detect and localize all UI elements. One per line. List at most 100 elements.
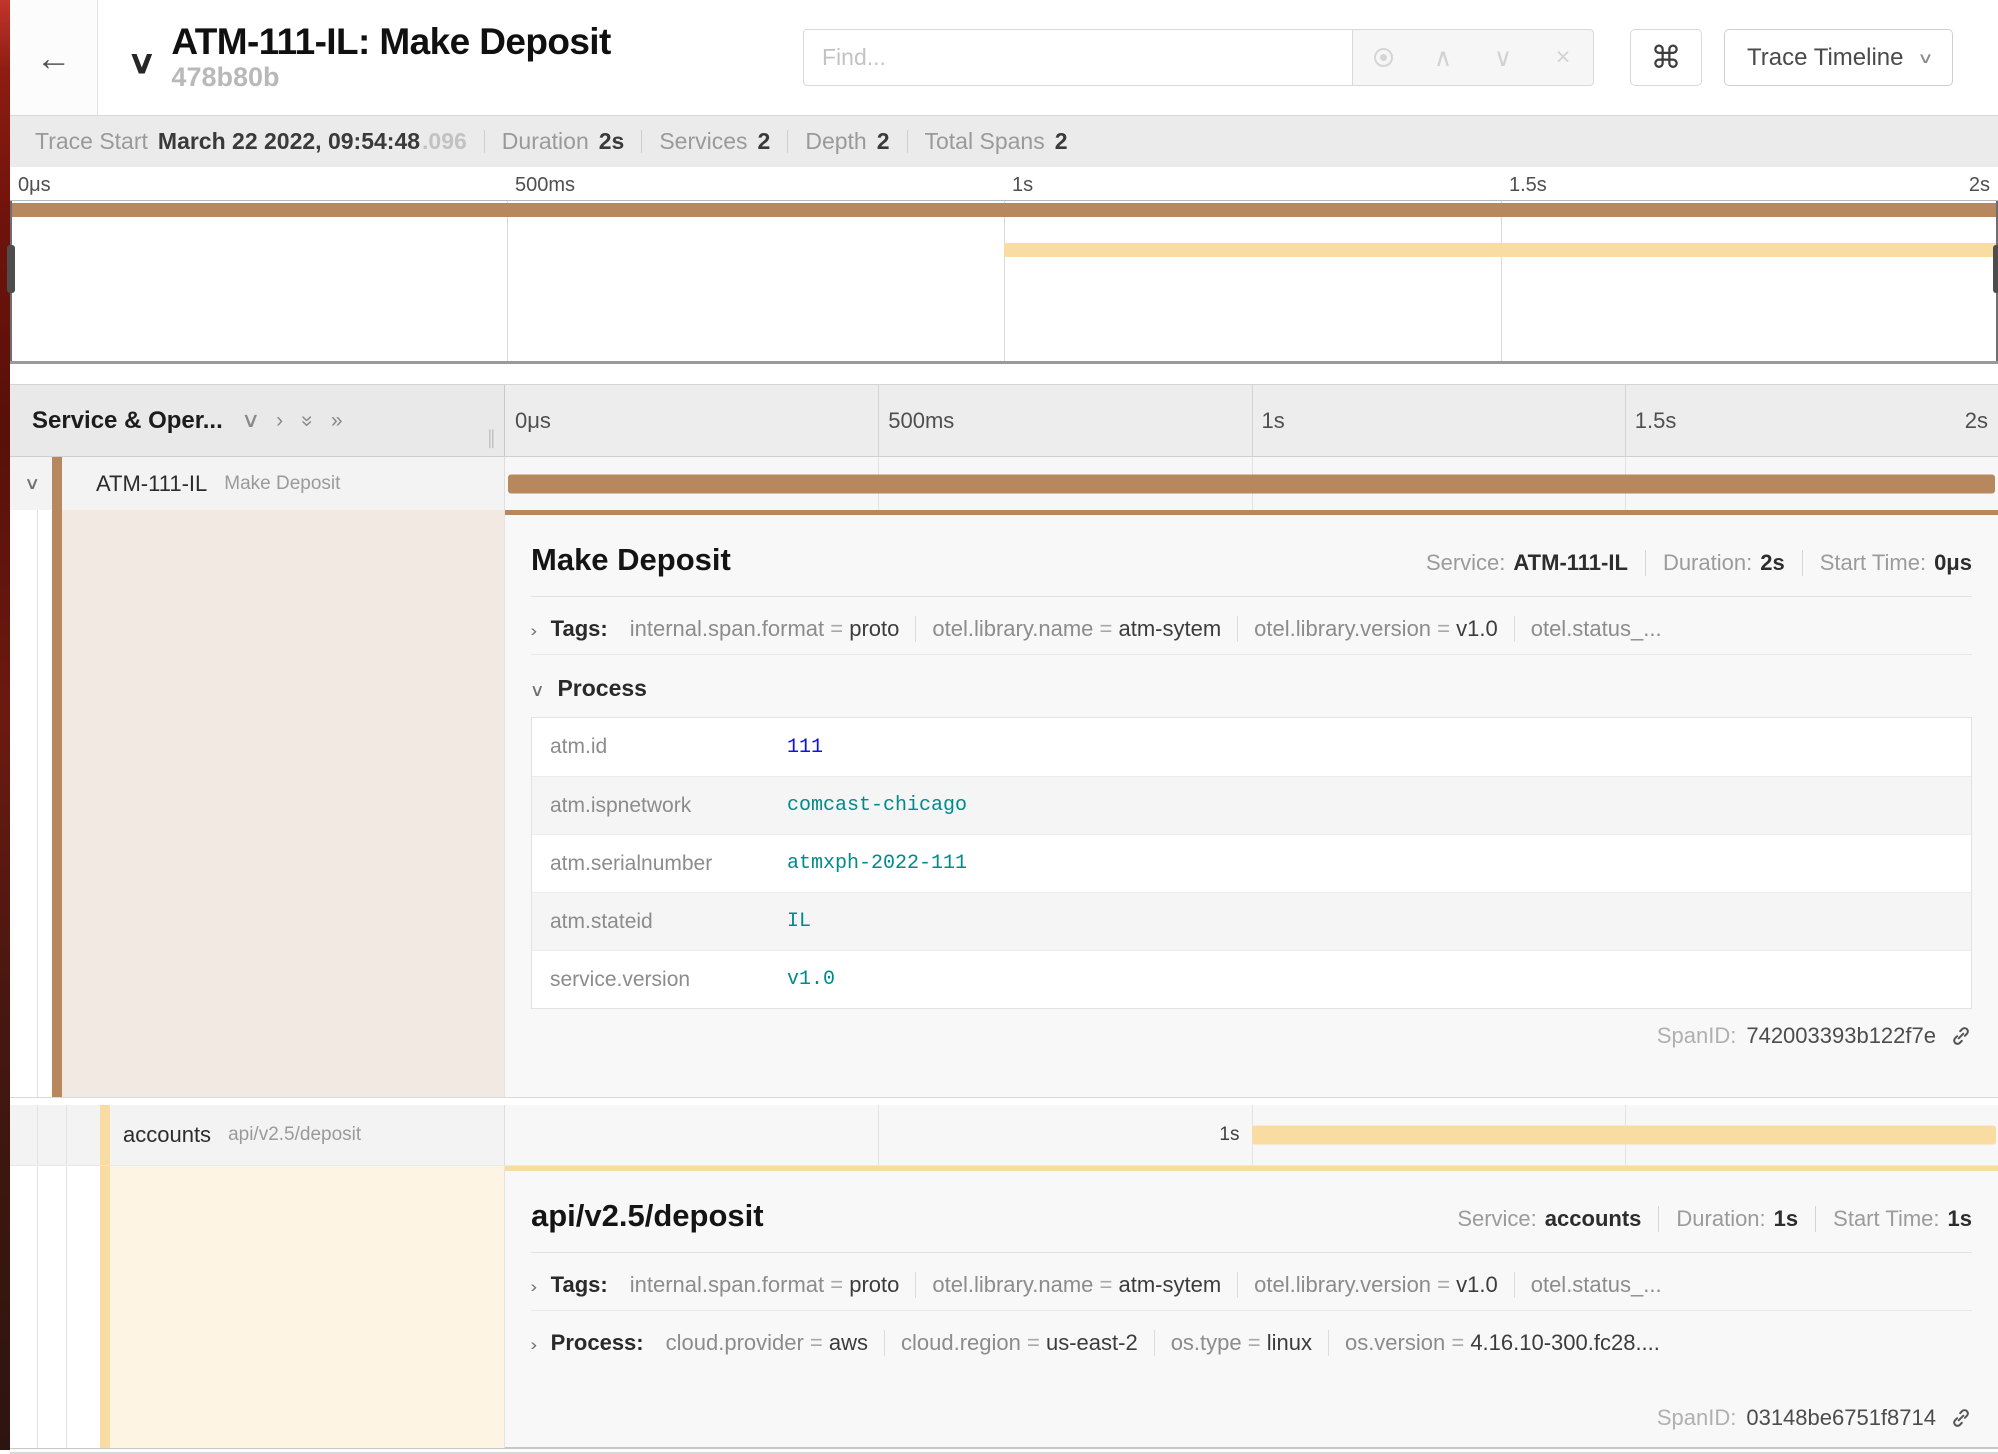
indent-guide (66, 1166, 67, 1448)
meta-service-label: Service: (1426, 550, 1505, 575)
process-accordion[interactable]: › Process: cloud.provideraws cloud.regio… (531, 1311, 1972, 1368)
span-detail-content: Make Deposit Service:ATM-111-IL Duration… (505, 510, 1998, 1097)
meta-duration-label: Duration: (1676, 1206, 1765, 1231)
depth-label: Depth (805, 130, 866, 153)
process-kv-table: atm.id 111 atm.ispnetwork comcast-chicag… (531, 717, 1972, 1009)
meta-service: Service:ATM-111-IL (1409, 550, 1645, 576)
table-row: atm.ispnetwork comcast-chicago (532, 776, 1971, 834)
indent-guide (66, 1105, 67, 1165)
duration-label: Duration (502, 130, 589, 153)
bottom-border (10, 1448, 1998, 1454)
close-icon: × (1556, 43, 1571, 72)
view-selector-label: Trace Timeline (1747, 44, 1904, 72)
process-key: cloud.region (901, 1330, 1046, 1355)
meta-duration-value: 1s (1774, 1206, 1798, 1231)
minimap-right-scrubber-handle[interactable] (1993, 245, 1998, 293)
minimap-gridline (507, 201, 508, 361)
indent-guide (37, 1105, 38, 1165)
meta-start-label: Start Time: (1820, 550, 1926, 575)
link-icon[interactable] (1950, 1025, 1972, 1047)
trace-start-label: Trace Start (35, 130, 148, 153)
timeline-ruler: 0μs 500ms 1s 1.5s 2s (505, 385, 1998, 456)
trace-id-short: 478b80b (171, 62, 610, 93)
span-duration-label: 1s (1219, 1124, 1239, 1146)
tags-accordion[interactable]: › Tags: internal.span.formatproto otel.l… (531, 1253, 1972, 1311)
span-detail-header: Make Deposit Service:ATM-111-IL Duration… (531, 515, 1972, 597)
span-name-cell[interactable]: accounts api/v2.5/deposit (10, 1105, 505, 1165)
link-icon[interactable] (1950, 1407, 1972, 1429)
tags-accordion[interactable]: › Tags: internal.span.formatproto otel.l… (531, 597, 1972, 655)
span-row-accounts-deposit[interactable]: accounts api/v2.5/deposit 1s (10, 1105, 1998, 1166)
span-bar-deposit[interactable] (1252, 1126, 1997, 1145)
process-value: aws (829, 1330, 868, 1355)
span-row-atm-make-deposit[interactable]: ∨ ATM-111-IL Make Deposit (10, 457, 1998, 510)
tags-label: Tags: (551, 616, 608, 642)
service-color-bar (52, 510, 62, 1097)
back-button[interactable]: ← (10, 0, 98, 115)
meta-duration: Duration: 1s (1658, 1206, 1815, 1232)
ruler-gridline (1625, 385, 1626, 456)
tag-value: atm-sytem (1118, 1272, 1221, 1297)
tag-value: proto (849, 616, 899, 641)
column-resize-handle[interactable]: ∥ (487, 427, 497, 450)
jaeger-trace-page: ← ∨ ATM-111-IL: Make Deposit 478b80b ∧ ∨ (10, 0, 1998, 1450)
span-meta: Service:accounts Duration:1s Start Time:… (1440, 1206, 1972, 1232)
meta-duration-value: 2s (1760, 550, 1784, 575)
expand-all-icon[interactable]: » (331, 409, 343, 433)
span-detail-make-deposit: Make Deposit Service:ATM-111-IL Duration… (10, 510, 1998, 1097)
minimap-left-scrubber-handle[interactable] (7, 245, 15, 293)
find-prev-button[interactable]: ∧ (1413, 30, 1473, 85)
minimap-gridline (1501, 201, 1502, 361)
span-name-cell[interactable]: ∨ ATM-111-IL Make Deposit (10, 457, 505, 510)
minimap-tick: 1s (1012, 174, 1033, 197)
locate-span-button[interactable] (1353, 30, 1413, 85)
process-value: atmxph-2022-111 (787, 852, 967, 875)
table-row: service.version v1.0 (532, 950, 1971, 1008)
meta-service-value: accounts (1545, 1206, 1642, 1231)
span-detail-deposit: api/v2.5/deposit Service:accounts Durati… (10, 1166, 1998, 1448)
find-clear-button[interactable]: × (1533, 30, 1593, 85)
search-input[interactable] (803, 29, 1353, 86)
tag-key: otel.library.name (932, 1272, 1118, 1297)
span-detail-indent-column (10, 510, 505, 1097)
collapse-trace-chevron-icon[interactable]: ∨ (127, 43, 156, 81)
trace-start-value: March 22 2022, 09:54:48 (158, 130, 420, 153)
chevron-right-icon: › (530, 1277, 537, 1297)
find-group: ∧ ∨ × (803, 29, 1594, 86)
service-name: ATM-111-IL (96, 471, 207, 497)
expand-one-icon[interactable]: › (276, 409, 283, 433)
collapse-all-icon[interactable]: » (295, 415, 319, 427)
minimap-tick: 2s (1969, 174, 1990, 197)
tag-pair: otel.library.versionv1.0 (1237, 616, 1514, 642)
span-timeline-cell[interactable]: 1s (505, 1105, 1998, 1165)
chevron-right-icon: › (530, 1335, 537, 1355)
tag-pair: internal.span.formatproto (614, 616, 916, 642)
tag-key: otel.library.version (1254, 1272, 1456, 1297)
process-accordion[interactable]: ∨ Process (531, 655, 1972, 717)
trace-view-selector[interactable]: Trace Timeline ∨ (1724, 29, 1953, 86)
process-key: atm.stateid (550, 910, 787, 934)
meta-start-time: Start Time:1s (1815, 1206, 1972, 1232)
minimap-tick-labels: 0μs 500ms 1s 1.5s 2s (10, 167, 1998, 200)
span-bar-make-deposit[interactable] (508, 474, 1995, 493)
process-key: os.type (1171, 1330, 1267, 1355)
duration-value: 2s (599, 130, 625, 153)
span-timeline-cell[interactable] (505, 457, 1998, 510)
minimap-span-accounts (1004, 243, 1998, 257)
spacer (10, 364, 1998, 384)
chevron-down-icon[interactable]: ∨ (24, 474, 40, 494)
minimap-tick: 1.5s (1509, 174, 1547, 197)
keyboard-shortcuts-button[interactable]: ⌘ (1630, 29, 1702, 86)
process-pair: os.typelinux (1154, 1330, 1328, 1356)
process-value: IL (787, 910, 811, 933)
tag-value: proto (849, 1272, 899, 1297)
tag-key: otel.library.version (1254, 616, 1456, 641)
collapse-one-icon[interactable]: ∨ (241, 408, 260, 433)
process-pair: cloud.regionus-east-2 (884, 1330, 1154, 1356)
find-next-button[interactable]: ∨ (1473, 30, 1533, 85)
service-operation-header: Service & Oper... ∨ › » » ∥ (10, 385, 505, 456)
minimap-tick: 0μs (18, 174, 51, 197)
process-key: atm.id (550, 735, 787, 759)
timeline-header: Service & Oper... ∨ › » » ∥ 0μs 500ms 1s… (10, 384, 1998, 457)
trace-minimap[interactable] (10, 200, 1998, 364)
